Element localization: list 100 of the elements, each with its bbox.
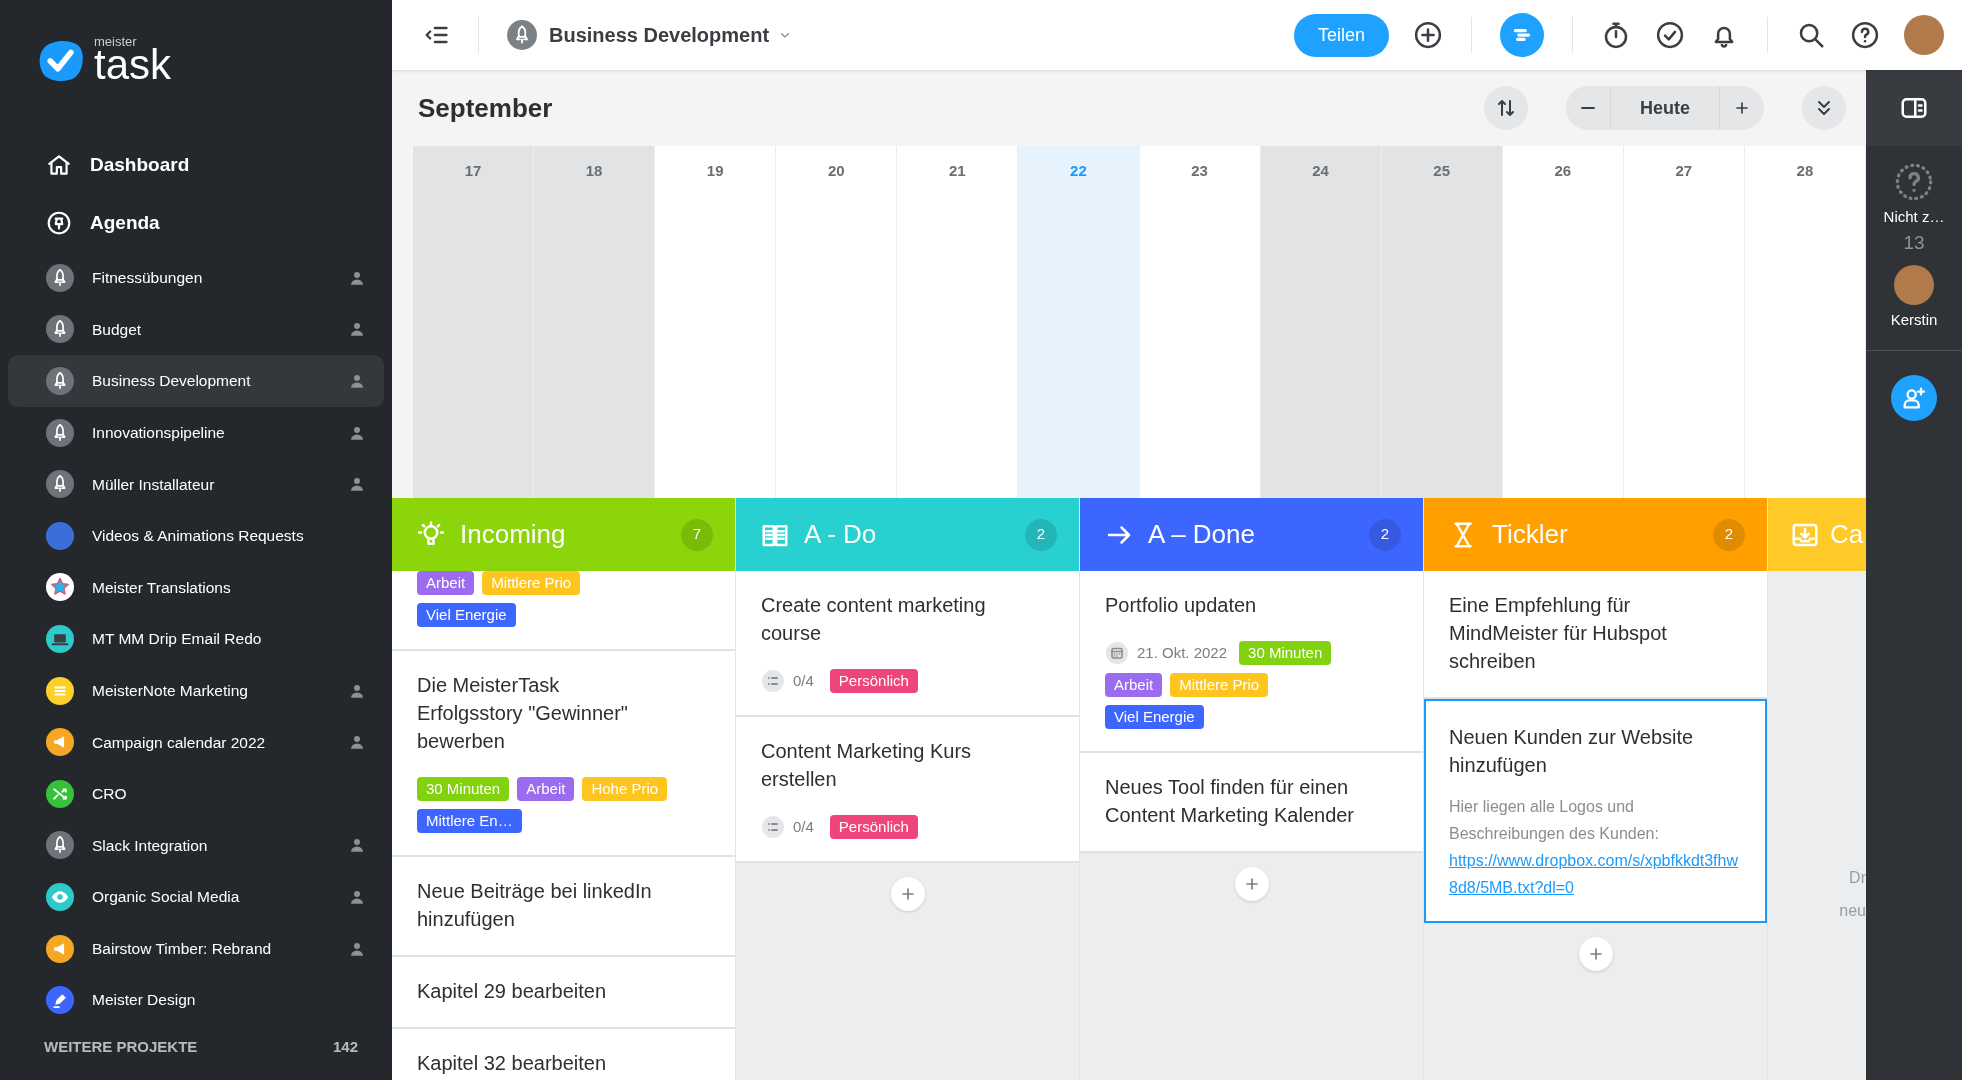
nav-link[interactable]: Agenda	[90, 208, 160, 238]
add-task-button[interactable]	[1578, 937, 1613, 971]
help-icon	[1850, 20, 1880, 50]
project-item[interactable]: Meister Translations	[8, 561, 384, 614]
day-column: 28	[1744, 146, 1866, 498]
task-title: Neues Tool finden für einen Content Marketing Kalender	[1105, 775, 1355, 828]
project-item[interactable]: Slack Integration	[8, 819, 384, 872]
task-title: Neuen Kunden zur Website hinzufügen	[1449, 725, 1695, 778]
project-item[interactable]: Campaign calendar 2022	[8, 716, 384, 768]
checklist-progress: 0/4	[793, 670, 814, 691]
checklist-progress: 0/4	[793, 816, 814, 837]
day-column: 21	[897, 146, 1019, 498]
user-avatar[interactable]	[1904, 15, 1944, 55]
task-title: Create content marketing course	[761, 593, 987, 646]
tag: Hohe Prio	[582, 777, 668, 801]
member-avatar[interactable]	[1894, 265, 1934, 305]
task-count: 2	[1025, 518, 1057, 551]
project-item[interactable]: MeisterNote Marketing	[8, 664, 384, 717]
task-card[interactable]: Create content marketing course 0/4 Persönlich	[736, 571, 1079, 717]
task-card[interactable]: Neuen Kunden zur Website hinzufügen Hier liegen alle Logos und Beschreibungen des Kunden: https://www.dropbox.com/s/xpbfkkdt3fhw8d8/5MB.txt?dl=0	[1424, 699, 1767, 923]
due-date: 21. Okt. 2022	[1137, 642, 1228, 663]
section-label[interactable]: WEITERE PROJEKTE	[44, 1035, 198, 1059]
tag: Arbeit	[417, 571, 475, 595]
rocket-icon	[507, 20, 537, 50]
task-card[interactable]: Neue Beiträge bei linkedIn hinzufügen	[392, 857, 735, 957]
day-column: 25	[1381, 146, 1503, 498]
project-item[interactable]: CRO	[8, 767, 384, 820]
column-header: Ca	[1768, 498, 1866, 571]
project-item[interactable]: Organic Social Media	[8, 871, 384, 923]
unassigned-label[interactable]: Nicht z…	[1883, 206, 1945, 229]
task-title: Neue Beiträge bei linkedIn hinzufügen	[417, 879, 653, 932]
tag: Mittlere Prio	[482, 571, 581, 595]
check-circle-icon	[1655, 20, 1685, 50]
empty-hint: Dr	[1848, 868, 1866, 888]
day-column: 24	[1260, 146, 1382, 498]
project-item[interactable]: Müller Installateur	[8, 458, 384, 510]
add-task-button[interactable]	[890, 877, 925, 911]
tag: Viel Energie	[1105, 705, 1204, 729]
tag: Arbeit	[1105, 673, 1163, 697]
project-item[interactable]: Videos & Animations Requests	[8, 509, 384, 562]
timeline-view-button[interactable]	[1500, 13, 1544, 57]
nav-link[interactable]: Dashboard	[90, 150, 190, 180]
day-column: 17	[413, 146, 535, 498]
project-item[interactable]: Budget	[8, 303, 384, 356]
day-column: 20	[776, 146, 898, 498]
help-button[interactable]	[1850, 20, 1880, 50]
project-item[interactable]: MT MM Drip Email Redo	[8, 613, 384, 665]
task-card[interactable]: Eine Empfehlung für MindMeister für Hubspot schreiben	[1424, 571, 1767, 699]
empty-hint: neu	[1838, 901, 1866, 921]
task-card[interactable]: Kapitel 32 bearbeiten	[392, 1029, 735, 1080]
day-column: 26	[1502, 146, 1624, 498]
project-item[interactable]: Meister Design	[8, 974, 384, 1026]
person-icon	[348, 475, 366, 494]
add-button[interactable]	[1413, 20, 1443, 50]
tag: Persönlich	[829, 815, 918, 839]
calendar-icon	[1105, 641, 1129, 665]
day-column: 27	[1623, 146, 1745, 498]
day-column: 23	[1139, 146, 1261, 498]
task-title: Content Marketing Kurs erstellen	[761, 739, 973, 792]
task-card[interactable]: Arbeit Mittlere Prio Viel Energie	[392, 571, 735, 651]
task-title: Eine Empfehlung für MindMeister für Hubspot schreiben	[1449, 593, 1668, 674]
project-item[interactable]: Bairstow Timber: Rebrand	[8, 922, 384, 975]
column-header: A – Done 2	[1080, 498, 1423, 571]
home-icon	[46, 152, 72, 178]
project-count: 142	[332, 1036, 358, 1057]
tag: Mittlere En…	[417, 809, 522, 833]
month-title: September	[418, 91, 554, 125]
task-count: 7	[681, 518, 713, 551]
sort-button[interactable]	[1484, 86, 1528, 130]
unassigned-count: 13	[1903, 230, 1925, 255]
day-column: 18	[534, 146, 656, 498]
task-title: Portfolio updaten	[1105, 593, 1258, 618]
collapse-button[interactable]	[1802, 86, 1846, 130]
project-item[interactable]: Fitnessübungen	[8, 252, 384, 304]
column-header: A - Do 2	[736, 498, 1079, 571]
tasks-button[interactable]	[1655, 20, 1685, 50]
pin-icon	[46, 210, 72, 236]
task-card[interactable]: Portfolio updaten 21. Okt. 2022 30 Minuten Arbeit Mittlere Prio Viel Energie	[1080, 571, 1423, 753]
add-task-button[interactable]	[1234, 867, 1269, 901]
logo-subtitle: meister	[94, 34, 137, 48]
task-title: Kapitel 29 bearbeiten	[417, 979, 608, 1004]
task-card[interactable]: Neues Tool finden für einen Content Marketing Kalender	[1080, 753, 1423, 853]
add-member-button[interactable]	[1891, 374, 1937, 421]
task-card[interactable]: Die MeisterTask Erfolgsstory "Gewinner" bewerben 30 Minuten Arbeit Hohe Prio Mittlere En…	[392, 651, 735, 857]
person-icon	[348, 836, 366, 855]
project-item[interactable]: Innovationspipeline	[8, 406, 384, 459]
project-item[interactable]: Business Development	[8, 355, 384, 407]
tag: Viel Energie	[417, 603, 516, 627]
checklist-icon	[761, 669, 785, 693]
person-icon	[348, 320, 366, 339]
person-icon	[348, 372, 366, 390]
column-header: Incoming 7	[392, 498, 735, 571]
project-title[interactable]: Business Development	[549, 20, 770, 50]
member-name: Kerstin	[1890, 310, 1938, 330]
task-card[interactable]: Content Marketing Kurs erstellen 0/4 Persönlich	[736, 717, 1079, 863]
task-title: Kapitel 32 bearbeiten	[417, 1051, 608, 1076]
checklist-icon	[761, 815, 785, 839]
task-card[interactable]: Kapitel 29 bearbeiten	[392, 957, 735, 1029]
task-description: Hier liegen alle Logos und Beschreibungen des Kunden:	[1449, 797, 1660, 844]
question-icon	[1894, 162, 1934, 202]
